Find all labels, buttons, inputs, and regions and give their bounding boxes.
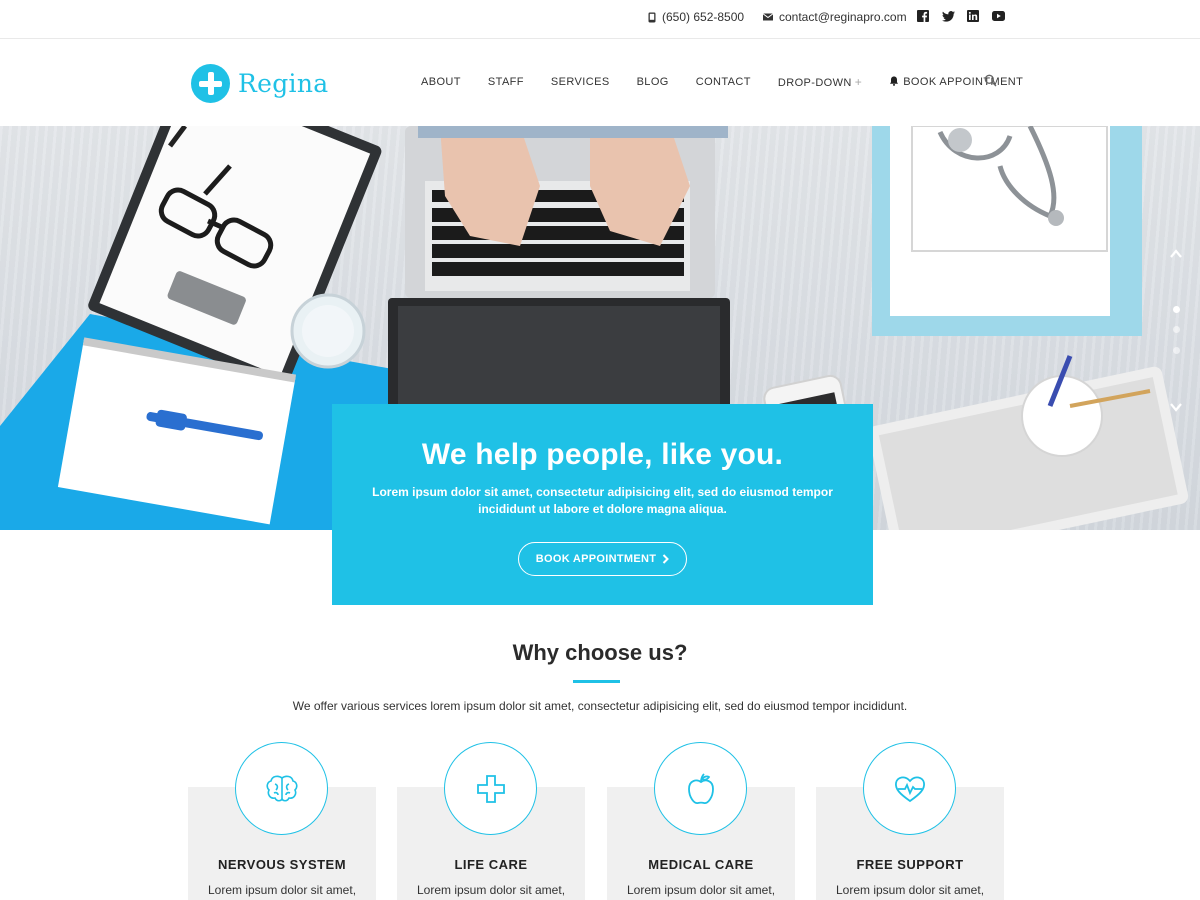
nav-item-blog[interactable]: BLOG	[637, 76, 669, 88]
main-nav: ABOUT STAFF SERVICES BLOG CONTACT DROP-D…	[421, 75, 1023, 89]
twitter-icon[interactable]	[941, 9, 955, 23]
book-appointment-button-label: BOOK APPOINTMENT	[535, 553, 657, 565]
nav-item-about[interactable]: ABOUT	[421, 76, 461, 88]
nav-item-staff[interactable]: STAFF	[488, 76, 524, 88]
facebook-icon[interactable]	[916, 9, 930, 23]
linkedin-icon[interactable]	[966, 9, 980, 23]
logo-text: Regina	[238, 69, 329, 98]
title-underline	[573, 680, 620, 683]
nav-item-book-appointment[interactable]: BOOK APPOINTMENT	[889, 76, 1023, 88]
envelope-icon	[763, 13, 773, 21]
bell-icon	[890, 76, 899, 86]
site-logo[interactable]: Regina	[191, 64, 328, 103]
feature-card-title: FREE SUPPORT	[856, 857, 964, 872]
top-bar: (650) 652-8500 contact@reginapro.com	[0, 0, 1200, 39]
social-links	[916, 9, 1005, 23]
heart-pulse-icon-circle[interactable]	[863, 742, 956, 835]
feature-card-text: Lorem ipsum dolor sit amet,	[416, 883, 566, 897]
feature-card-text: Lorem ipsum dolor sit amet,	[207, 883, 357, 897]
brain-icon-circle[interactable]	[235, 742, 328, 835]
youtube-icon[interactable]	[991, 9, 1005, 23]
nav-item-dropdown-label: DROP-DOWN	[777, 77, 852, 89]
slider-dot-3[interactable]	[1173, 347, 1180, 354]
email-contact[interactable]: contact@reginapro.com	[763, 10, 907, 24]
phone-icon	[648, 12, 656, 22]
feature-card-title: MEDICAL CARE	[648, 857, 754, 872]
apple-icon-circle[interactable]	[654, 742, 747, 835]
feature-card-title: NERVOUS SYSTEM	[217, 857, 347, 872]
phone-contact[interactable]: (650) 652-8500	[648, 10, 744, 24]
search-icon[interactable]	[984, 74, 997, 87]
chevron-up-icon[interactable]	[1170, 249, 1182, 259]
email-address: contact@reginapro.com	[779, 10, 907, 24]
apple-icon	[687, 772, 714, 804]
chevron-right-icon	[663, 554, 670, 564]
phone-number: (650) 652-8500	[662, 10, 745, 24]
feature-card-text: Lorem ipsum dolor sit amet,	[626, 883, 776, 897]
section-title: Why choose us?	[512, 640, 688, 665]
feature-card-text: Lorem ipsum dolor sit amet,	[835, 883, 985, 897]
hero-text: Lorem ipsum dolor sit amet, consectetur …	[372, 485, 833, 516]
nav-item-dropdown[interactable]: DROP-DOWN +	[778, 75, 862, 89]
slider-dot-2[interactable]	[1173, 326, 1180, 333]
nav-item-book-appointment-label: BOOK APPOINTMENT	[903, 76, 1024, 88]
hero-title: We help people, like you.	[421, 438, 784, 471]
site-header: Regina ABOUT STAFF SERVICES BLOG CONTACT…	[0, 40, 1200, 126]
medical-cross-icon	[476, 774, 505, 803]
nav-item-services[interactable]: SERVICES	[551, 76, 610, 88]
medical-cross-icon-circle[interactable]	[444, 742, 537, 835]
hero-cta-box: We help people, like you. Lorem ipsum do…	[332, 404, 873, 605]
brain-icon	[265, 775, 298, 802]
section-subtitle: We offer various services lorem ipsum do…	[292, 699, 908, 713]
feature-card-title: LIFE CARE	[454, 857, 528, 872]
heart-pulse-icon	[894, 776, 925, 802]
nav-item-contact[interactable]: CONTACT	[696, 76, 751, 88]
medical-cross-logo-icon	[191, 64, 230, 103]
book-appointment-button[interactable]: BOOK APPOINTMENT	[518, 542, 687, 576]
plus-icon: +	[854, 75, 863, 89]
chevron-down-icon[interactable]	[1170, 402, 1182, 412]
slider-dot-1[interactable]	[1173, 306, 1180, 313]
